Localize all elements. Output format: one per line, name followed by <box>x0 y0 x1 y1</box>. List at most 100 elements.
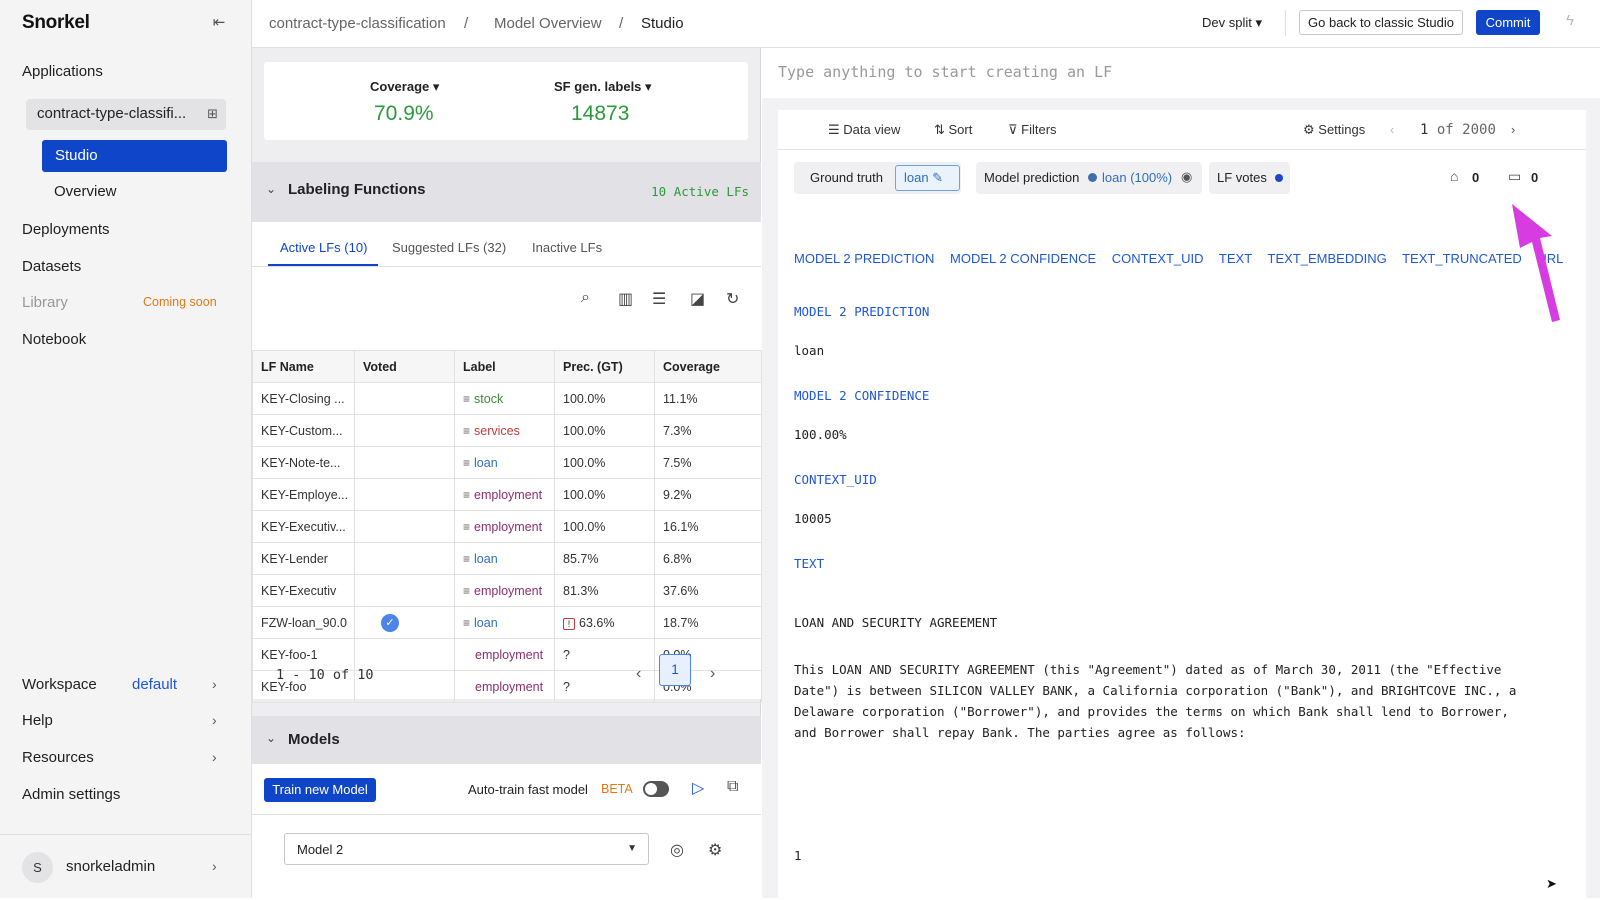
label-value: services <box>474 423 520 438</box>
avatar[interactable]: S <box>22 852 53 883</box>
sort-button[interactable]: ⇅ Sort <box>934 122 972 138</box>
page-current[interactable]: 1 <box>1420 122 1428 138</box>
chevron-left-icon[interactable]: ‹ <box>1390 122 1394 137</box>
nav-applications[interactable]: Applications <box>22 63 103 80</box>
pager-current-page[interactable]: 1 <box>659 654 691 686</box>
nav-notebook[interactable]: Notebook <box>22 331 86 348</box>
nav-library: Library <box>22 294 68 311</box>
voted-cell <box>354 510 455 543</box>
chevron-left-icon[interactable]: ‹ <box>636 665 641 683</box>
username[interactable]: snorkeladmin <box>66 858 155 875</box>
breadcrumb-application[interactable]: contract-type-classification <box>269 15 446 32</box>
tab-active-lfs[interactable]: Active LFs (10) <box>280 240 367 255</box>
tab-inactive-lfs[interactable]: Inactive LFs <box>532 240 602 255</box>
lightning-icon[interactable]: ϟ <box>1566 12 1574 29</box>
field-link-model-prediction[interactable]: MODEL 2 PREDICTION <box>794 251 934 266</box>
lf-body: Active LFs (10) Suggested LFs (32) Inact… <box>252 222 762 703</box>
fingerprint-icon[interactable]: ◎ <box>670 840 684 860</box>
table-row[interactable]: KEY-Closing ... ≡ stock 100.0% 11.1% <box>252 382 762 415</box>
col-lf-name[interactable]: LF Name <box>252 350 355 383</box>
voted-cell <box>354 382 455 415</box>
nav-admin-settings[interactable]: Admin settings <box>22 786 120 803</box>
workspace-value[interactable]: default <box>132 676 177 693</box>
label-list-icon: ≡ <box>463 583 471 598</box>
table-row[interactable]: KEY-Lender ≡ loan 85.7% 6.8% <box>252 542 762 575</box>
nav-studio[interactable]: Studio <box>42 140 227 172</box>
table-row[interactable]: FZW-loan_90.0 ✓ ≡ loan ! 63.6% 18.7% <box>252 606 762 639</box>
field-link-text-embedding[interactable]: TEXT_EMBEDDING <box>1268 251 1387 266</box>
lf-name: KEY-Executiv... <box>252 510 355 543</box>
col-voted[interactable]: Voted <box>354 350 455 383</box>
model-select[interactable]: Model 2 ▼ <box>284 833 649 865</box>
field-link-text[interactable]: TEXT <box>1219 251 1252 266</box>
sf-labels-dropdown[interactable]: SF gen. labels ▾ <box>554 79 652 95</box>
lf-builder-input[interactable]: Type anything to start creating an LF <box>762 48 1600 98</box>
app-tree-icon[interactable]: ⊞ <box>207 106 218 122</box>
page-total: of 2000 <box>1436 122 1496 138</box>
nav-help[interactable]: Help <box>22 712 53 729</box>
field-link-model-confidence[interactable]: MODEL 2 CONFIDENCE <box>950 251 1096 266</box>
search-icon[interactable]: ⌕ <box>581 289 590 307</box>
gear-icon[interactable]: ⚙ <box>708 840 722 860</box>
list-check-icon[interactable]: ☰ <box>652 289 666 309</box>
filters-button[interactable]: ⊽ Filters <box>1008 122 1057 138</box>
train-new-model-button[interactable]: Train new Model <box>264 778 376 802</box>
record-viewer: ☰ Data view ⇅ Sort ⊽ Filters ⚙ Settings … <box>778 110 1586 900</box>
label-list-icon: ≡ <box>463 487 471 502</box>
chart-icon[interactable]: ◪ <box>690 289 705 309</box>
chevron-right-icon[interactable]: › <box>212 858 217 874</box>
col-label[interactable]: Label <box>454 350 555 383</box>
coverage-dropdown[interactable]: Coverage ▾ <box>370 79 439 95</box>
lf-table: LF Name Voted Label Prec. (GT) Coverage … <box>252 350 762 703</box>
refresh-icon[interactable]: ↻ <box>726 289 739 309</box>
nav-datasets[interactable]: Datasets <box>22 258 81 275</box>
play-icon[interactable]: ▷ <box>692 778 704 798</box>
nav-overview[interactable]: Overview <box>54 183 117 200</box>
table-row[interactable]: KEY-Note-te... ≡ loan 100.0% 7.5% <box>252 446 762 479</box>
col-coverage[interactable]: Coverage <box>654 350 762 383</box>
ground-truth-value[interactable]: loan ✎ <box>895 165 960 191</box>
commit-button[interactable]: Commit <box>1476 10 1540 35</box>
chevron-down-icon[interactable]: ⌄ <box>266 731 276 745</box>
nav-app-contract-type[interactable]: contract-type-classifi... ⊞ <box>26 99 226 130</box>
settings-button[interactable]: ⚙ Settings <box>1303 122 1365 138</box>
chevron-right-icon[interactable]: › <box>212 712 217 728</box>
table-row[interactable]: KEY-Custom... ≡ services 100.0% 7.3% <box>252 414 762 447</box>
tag-icon[interactable]: ⌂ <box>1450 168 1458 184</box>
app-name: contract-type-classifi... <box>37 105 187 122</box>
field-link-context-uid[interactable]: CONTEXT_UID <box>1112 251 1204 266</box>
lf-section-header[interactable]: ⌄ Labeling Functions 10 Active LFs <box>252 162 761 222</box>
precision-value: 63.6% <box>579 615 615 630</box>
nav-workspace[interactable]: Workspace <box>22 676 97 693</box>
table-row[interactable]: KEY-Executiv ≡ employment 81.3% 37.6% <box>252 574 762 607</box>
lf-input-placeholder: Type anything to start creating an LF <box>778 63 1113 81</box>
go-back-classic-button[interactable]: Go back to classic Studio <box>1299 10 1463 35</box>
nav-resources[interactable]: Resources <box>22 749 94 766</box>
dev-split-dropdown[interactable]: Dev split ▾ <box>1202 15 1262 31</box>
chevron-right-icon[interactable]: › <box>212 749 217 765</box>
models-section-header[interactable]: ⌄ Models <box>252 716 761 764</box>
table-row[interactable]: KEY-Executiv... ≡ employment 100.0% 16.1% <box>252 510 762 543</box>
collapse-sidebar-icon[interactable]: ⇤ <box>210 14 228 32</box>
chevron-down-icon[interactable]: ⌄ <box>266 182 276 196</box>
autotrain-toggle[interactable] <box>643 781 669 797</box>
external-link-icon[interactable]: ⧉ <box>727 778 738 796</box>
breadcrumb-model-overview[interactable]: Model Overview <box>494 15 602 32</box>
chevron-right-icon[interactable]: › <box>710 665 715 683</box>
columns-icon[interactable]: ▥ <box>618 289 633 309</box>
chevron-right-icon[interactable]: › <box>212 676 217 692</box>
tab-suggested-lfs[interactable]: Suggested LFs (32) <box>392 240 506 255</box>
data-view-button[interactable]: ☰ Data view <box>828 122 900 138</box>
nav-deployments[interactable]: Deployments <box>22 221 110 238</box>
models-divider <box>252 814 761 815</box>
lf-name: KEY-Executiv <box>252 574 355 607</box>
eye-icon[interactable]: ◉ <box>1181 169 1192 185</box>
pencil-icon[interactable]: ✎ <box>932 170 943 185</box>
lf-votes-dot <box>1275 174 1283 182</box>
comment-icon[interactable]: ▭ <box>1508 168 1521 185</box>
lf-votes-chip[interactable]: LF votes <box>1209 162 1290 194</box>
chevron-right-icon[interactable]: › <box>1511 122 1515 137</box>
table-row[interactable]: KEY-Employe... ≡ employment 100.0% 9.2% <box>252 478 762 511</box>
col-precision[interactable]: Prec. (GT) <box>554 350 655 383</box>
field-link-text-truncated[interactable]: TEXT_TRUNCATED <box>1402 251 1522 266</box>
